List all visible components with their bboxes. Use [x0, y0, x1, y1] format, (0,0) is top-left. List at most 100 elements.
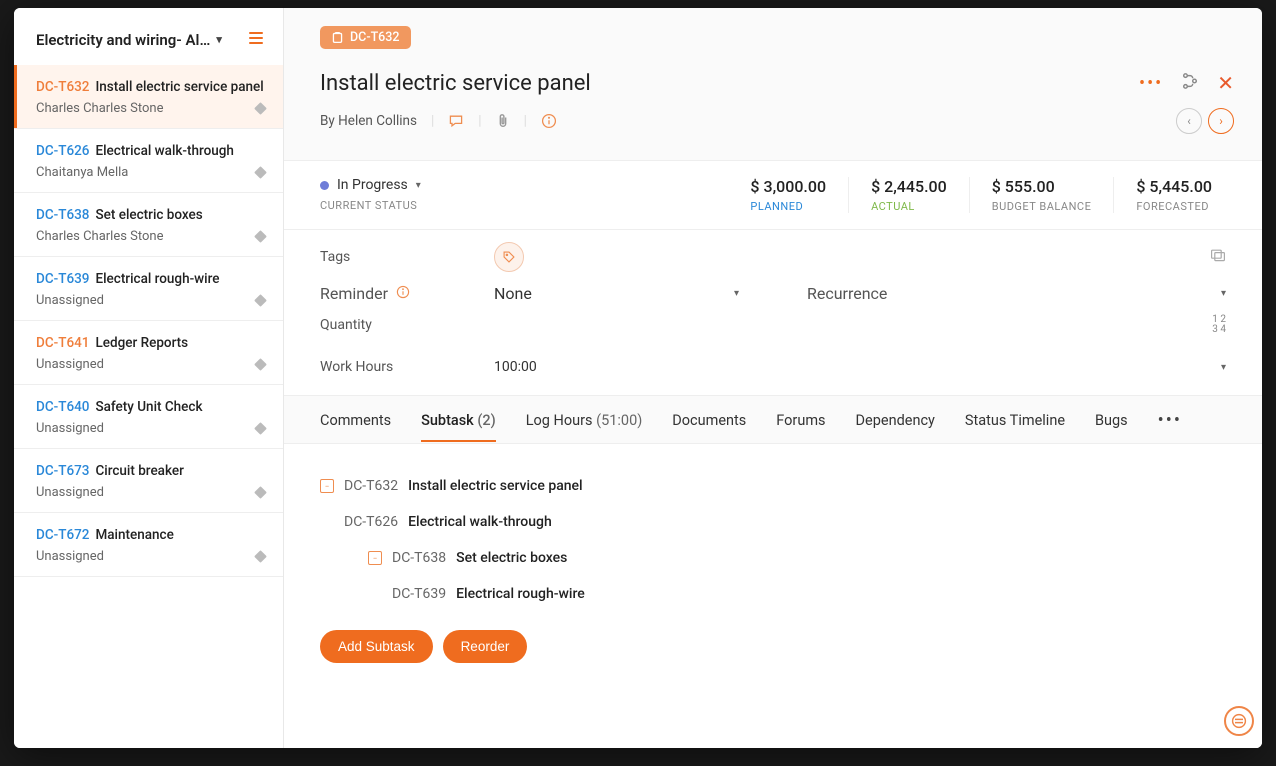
task-name: Install electric service panel	[95, 79, 263, 95]
task-assignee: Unassigned	[36, 549, 104, 564]
close-icon[interactable]: ✕	[1217, 71, 1234, 95]
chevron-down-icon: ▾	[734, 288, 739, 299]
add-tag-icon[interactable]	[494, 242, 524, 272]
page-title: Install electric service panel	[320, 71, 591, 96]
subtask-id: DC-T626	[344, 514, 398, 530]
priority-icon	[254, 102, 267, 115]
priority-icon	[254, 486, 267, 499]
attr-recurrence-label: Recurrence	[807, 284, 927, 303]
chevron-down-icon: ▾	[216, 33, 222, 46]
priority-icon	[254, 230, 267, 243]
sidebar-task-item[interactable]: DC-T672 Maintenance Unassigned	[14, 513, 283, 577]
collapse-sidebar-icon[interactable]	[249, 30, 267, 49]
budget-planned: $ 3,000.00 PLANNED	[728, 177, 848, 213]
task-sidebar: Electricity and wiring- Al… ▾ DC-T632 Ins…	[14, 8, 284, 748]
task-id: DC-T641	[36, 335, 89, 351]
sidebar-task-item[interactable]: DC-T640 Safety Unit Check Unassigned	[14, 385, 283, 449]
numbered-list-icon: 1 23 4	[1212, 315, 1226, 335]
task-name: Ledger Reports	[95, 335, 188, 351]
sidebar-task-item[interactable]: DC-T626 Electrical walk-through Chaitanya …	[14, 129, 283, 193]
collapse-box-icon[interactable]: −	[368, 551, 382, 565]
tabs-more-icon[interactable]: •••	[1158, 410, 1182, 443]
floating-action-icon[interactable]	[1224, 706, 1254, 736]
tab-subtask[interactable]: Subtask (2)	[421, 412, 496, 441]
task-name: Safety Unit Check	[95, 399, 202, 415]
priority-icon	[254, 166, 267, 179]
quantity-field[interactable]: 1 23 4	[494, 315, 1234, 335]
tab-documents[interactable]: Documents	[672, 412, 746, 441]
task-assignee: Unassigned	[36, 357, 104, 372]
reorder-button[interactable]: Reorder	[443, 630, 528, 663]
task-assignee: Unassigned	[36, 293, 104, 308]
recurrence-dropdown[interactable]: ▾	[927, 284, 1234, 303]
tab-forums[interactable]: Forums	[776, 412, 825, 441]
task-detail-main: DC-T632 Install electric service panel •…	[284, 8, 1262, 748]
attr-reminder-label: Reminder	[320, 284, 494, 303]
subtask-title: Electrical walk-through	[408, 514, 552, 530]
sidebar-task-item[interactable]: DC-T641 Ledger Reports Unassigned	[14, 321, 283, 385]
subtask-row[interactable]: DC-T639 Electrical rough-wire	[320, 576, 1234, 612]
hierarchy-icon[interactable]	[1181, 72, 1199, 94]
task-id: DC-T632	[36, 79, 89, 95]
budget-balance: $ 555.00 BUDGET BALANCE	[969, 177, 1114, 213]
add-subtask-button[interactable]: Add Subtask	[320, 630, 433, 663]
priority-icon	[254, 294, 267, 307]
tab-timeline[interactable]: Status Timeline	[965, 412, 1065, 441]
collapse-box-icon[interactable]: −	[320, 479, 334, 493]
tag-extra-icon[interactable]	[1210, 248, 1226, 266]
info-icon[interactable]	[541, 113, 557, 129]
workhours-field[interactable]: 100:00 ▾	[494, 359, 1234, 375]
task-id: DC-T672	[36, 527, 89, 543]
status-dot-icon	[320, 181, 329, 190]
task-assignee: Charles Charles Stone	[36, 101, 164, 116]
prev-task-button[interactable]: ‹	[1176, 108, 1202, 134]
attachment-icon[interactable]	[496, 113, 510, 129]
subtask-row[interactable]: −DC-T638Set electric boxes	[320, 540, 1234, 576]
sidebar-task-item[interactable]: DC-T639Electrical rough-wireUnassigned	[14, 257, 283, 321]
subtask-id: DC-T639	[392, 586, 446, 602]
chevron-down-icon: ▾	[1221, 362, 1226, 373]
tab-bugs[interactable]: Bugs	[1095, 412, 1128, 441]
sidebar-title[interactable]: Electricity and wiring- Al… ▾	[36, 31, 222, 49]
reminder-dropdown[interactable]: None ▾	[494, 284, 747, 303]
task-id: DC-T638	[36, 207, 89, 223]
budget-forecast: $ 5,445.00 FORECASTED	[1113, 177, 1234, 213]
subtask-row[interactable]: DC-T626 Electrical walk-through	[320, 504, 1234, 540]
task-name: Maintenance	[95, 527, 173, 543]
tab-comments[interactable]: Comments	[320, 412, 391, 441]
subtask-id: DC-T638	[392, 550, 446, 566]
task-name: Electrical walk-through	[95, 143, 233, 159]
task-id: DC-T639	[36, 271, 89, 287]
tab-loghours[interactable]: Log Hours (51:00)	[526, 412, 643, 441]
sidebar-task-item[interactable]: DC-T632 Install electric service panel Cha…	[14, 65, 283, 129]
subtask-row[interactable]: −DC-T632 Install electric service panel	[320, 468, 1234, 504]
task-assignee: Unassigned	[36, 485, 104, 500]
task-name: Circuit breaker	[95, 463, 183, 479]
priority-icon	[254, 422, 267, 435]
task-assignee: Chaitanya Mella	[36, 165, 128, 180]
sidebar-task-item[interactable]: DC-T638Set electric boxesCharles Charles…	[14, 193, 283, 257]
attr-workhours-label: Work Hours	[320, 359, 494, 375]
subtask-id: DC-T632	[344, 478, 398, 494]
chevron-down-icon: ▾	[416, 180, 421, 191]
task-id: DC-T640	[36, 399, 89, 415]
comment-icon[interactable]	[448, 113, 464, 129]
priority-icon	[254, 358, 267, 371]
task-assignee: Unassigned	[36, 421, 104, 436]
tab-dependency[interactable]: Dependency	[856, 412, 935, 441]
chevron-down-icon: ▾	[1221, 288, 1226, 299]
next-task-button[interactable]: ›	[1208, 108, 1234, 134]
sidebar-task-item[interactable]: DC-T673Circuit breakerUnassigned	[14, 449, 283, 513]
status-dropdown[interactable]: In Progress ▾	[320, 177, 728, 193]
info-icon[interactable]	[396, 284, 410, 303]
task-assignee: Charles Charles Stone	[36, 229, 164, 244]
attr-quantity-label: Quantity	[320, 317, 494, 333]
task-id-badge[interactable]: DC-T632	[320, 26, 411, 49]
subtask-title: Install electric service panel	[408, 478, 582, 494]
author-label: By Helen Collins	[320, 113, 417, 129]
task-id: DC-T626	[36, 143, 89, 159]
budget-actual: $ 2,445.00 ACTUAL	[848, 177, 969, 213]
subtask-title: Electrical rough-wire	[456, 586, 585, 602]
more-actions-icon[interactable]: •••	[1139, 73, 1163, 94]
priority-icon	[254, 550, 267, 563]
